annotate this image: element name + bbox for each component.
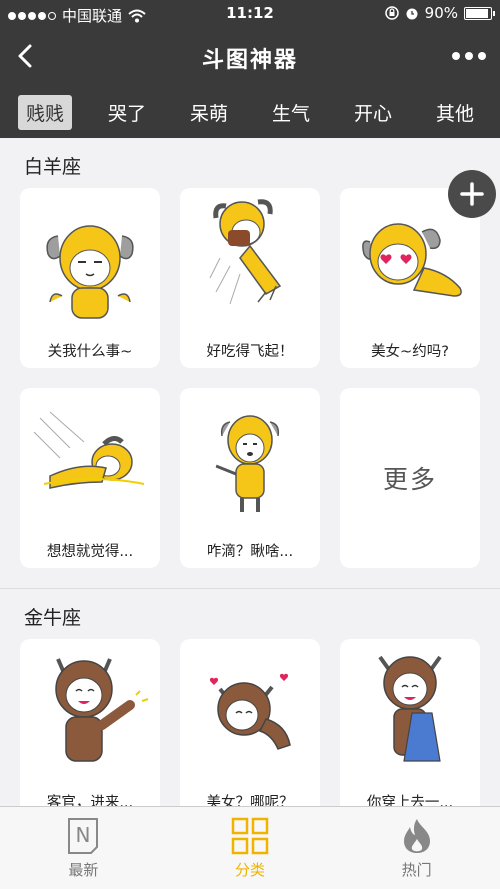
- section-aries: 白羊座 关我什么事~ 好吃得飞起！ 美女~约吗? 想想就觉得... 咋滴？瞅啥.…: [0, 138, 500, 589]
- category-tabs: 贱贱 哭了 呆萌 生气 开心 其他: [0, 86, 500, 138]
- aries-eating-sticker: [209, 199, 282, 305]
- sticker-card[interactable]: 美女？哪呢？: [180, 639, 320, 806]
- sticker-card[interactable]: 好吃得飞起！: [180, 188, 320, 368]
- bottom-tab-category[interactable]: 分类: [167, 807, 334, 889]
- aries-smoking-sticker: [207, 415, 280, 512]
- bottom-tab-bar: N 最新 分类 热门: [0, 806, 500, 889]
- battery-icon: [464, 6, 495, 20]
- sticker-caption: 美女~约吗?: [371, 344, 449, 360]
- sticker-caption: 咋滴？瞅啥...: [206, 544, 294, 560]
- status-bar: 中国联通 11:12 90%: [0, 0, 500, 28]
- tab-jianjian[interactable]: 贱贱: [17, 94, 72, 130]
- bottom-tab-label: 分类: [235, 861, 266, 879]
- sticker-caption: 你穿上去一...: [366, 795, 454, 806]
- more-button[interactable]: 更多: [340, 388, 480, 568]
- page-title: 斗图神器: [201, 48, 298, 73]
- sticker-card[interactable]: 想想就觉得...: [20, 388, 160, 568]
- svg-text:N: N: [76, 823, 91, 847]
- taurus-waving-sticker: [55, 658, 149, 762]
- sticker-card[interactable]: 关我什么事~: [20, 188, 160, 368]
- sticker-caption: 美女？哪呢？: [206, 795, 294, 806]
- aries-shrug-sticker: [46, 225, 134, 319]
- sticker-caption: 好吃得飞起！: [206, 344, 294, 360]
- taurus-dress-sticker: [378, 655, 442, 762]
- sticker-card[interactable]: 你穿上去一...: [340, 639, 480, 806]
- plus-icon: [460, 182, 484, 206]
- sticker-caption: 关我什么事~: [47, 344, 133, 360]
- more-options-icon[interactable]: [452, 52, 486, 60]
- grid-icon: [231, 817, 269, 855]
- battery-percent: 90%: [424, 4, 458, 22]
- section-taurus: 金牛座 客官，进来... 美女？哪呢？ 你穿上去一...: [0, 589, 500, 806]
- bottom-tab-latest[interactable]: N 最新: [0, 807, 167, 889]
- add-button[interactable]: [448, 170, 496, 218]
- status-right: 90%: [384, 4, 495, 22]
- bottom-tab-label: 最新: [68, 861, 99, 879]
- tab-kaixin[interactable]: 开心: [346, 95, 400, 130]
- sticker-card[interactable]: 咋滴？瞅啥...: [180, 388, 320, 568]
- section-title: 白羊座: [24, 156, 82, 178]
- nav-bar: 斗图神器: [0, 28, 500, 86]
- taurus-hearts-sticker: [209, 673, 291, 750]
- sticker-caption: 客官，进来...: [46, 795, 134, 806]
- more-label: 更多: [382, 465, 437, 494]
- tab-daimeng[interactable]: 呆萌: [182, 95, 236, 130]
- flame-icon: [403, 819, 430, 853]
- rotation-lock-icon: [384, 6, 399, 20]
- tab-qita[interactable]: 其他: [428, 95, 482, 130]
- bottom-tab-hot[interactable]: 热门: [333, 807, 500, 889]
- tab-kule[interactable]: 哭了: [100, 95, 154, 130]
- sticker-card[interactable]: 美女~约吗?: [340, 188, 480, 368]
- sticker-list[interactable]: 白羊座 关我什么事~ 好吃得飞起！ 美女~约吗? 想想就觉得... 咋滴？瞅啥.…: [0, 138, 500, 806]
- aries-falling-sticker: [33, 411, 145, 489]
- tab-shengqi[interactable]: 生气: [264, 95, 318, 130]
- sticker-caption: 想想就觉得...: [46, 544, 134, 560]
- alarm-icon: [406, 8, 418, 20]
- sticker-card[interactable]: 客官，进来...: [20, 639, 160, 806]
- bottom-tab-label: 热门: [401, 861, 432, 879]
- newspaper-icon: N: [68, 818, 99, 854]
- section-title: 金牛座: [24, 607, 82, 629]
